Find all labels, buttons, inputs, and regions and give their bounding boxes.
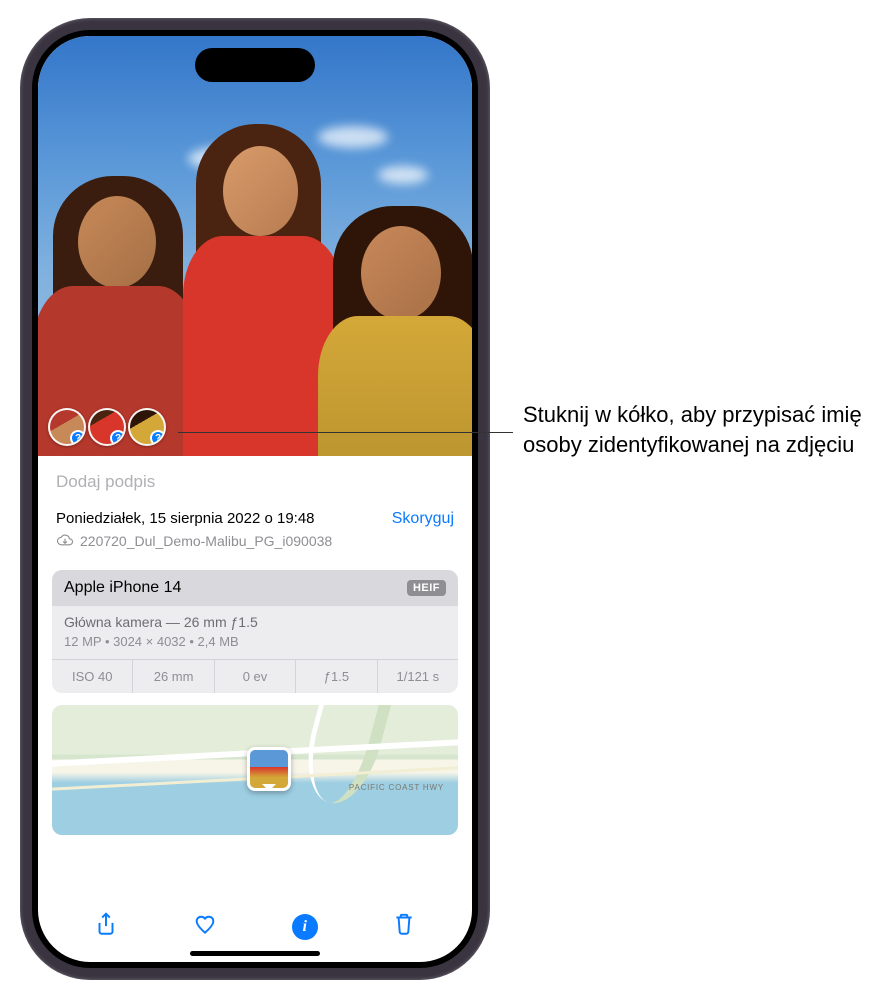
- delete-button[interactable]: [391, 911, 417, 942]
- phone-frame: ? ? ? Dodaj podpis Poniedziałek, 15 sier…: [20, 18, 490, 980]
- exif-focal: 26 mm: [133, 660, 214, 693]
- trash-icon: [391, 911, 417, 937]
- icloud-icon: [56, 532, 74, 550]
- location-map[interactable]: PACIFIC COAST HWY: [52, 705, 458, 835]
- caption-field[interactable]: Dodaj podpis: [38, 456, 472, 506]
- exif-iso: ISO 40: [52, 660, 133, 693]
- unknown-person-badge: ?: [110, 430, 126, 446]
- device-name: Apple iPhone 14: [64, 579, 181, 597]
- screen: ? ? ? Dodaj podpis Poniedziałek, 15 sier…: [38, 36, 472, 962]
- photo-date: Poniedziałek, 15 sierpnia 2022 o 19:48: [56, 510, 315, 527]
- exif-ev: 0 ev: [215, 660, 296, 693]
- callout-leader-line: [178, 432, 513, 433]
- callout-text: Stuknij w kółko, aby przypisać imię osob…: [523, 400, 878, 459]
- photo-viewer[interactable]: ? ? ?: [38, 36, 472, 456]
- exif-row: ISO 40 26 mm 0 ev ƒ1.5 1/121 s: [52, 659, 458, 693]
- share-icon: [93, 911, 119, 937]
- dynamic-island: [195, 48, 315, 82]
- filename-label: 220720_Dul_Demo-Malibu_PG_i090038: [80, 533, 332, 549]
- photo-subject: [313, 166, 472, 456]
- unknown-person-badge: ?: [70, 430, 86, 446]
- home-indicator[interactable]: [190, 951, 320, 956]
- photo-location-pin[interactable]: [247, 747, 291, 791]
- exif-shutter: 1/121 s: [378, 660, 458, 693]
- bottom-toolbar: i: [38, 903, 472, 942]
- favorite-button[interactable]: [192, 911, 218, 942]
- caption-placeholder: Dodaj podpis: [56, 472, 155, 491]
- format-badge: HEIF: [407, 580, 446, 596]
- face-thumbnail[interactable]: ?: [48, 408, 86, 446]
- info-button-active[interactable]: i: [292, 914, 318, 940]
- photo-metadata: Poniedziałek, 15 sierpnia 2022 o 19:48 S…: [38, 506, 472, 560]
- share-button[interactable]: [93, 911, 119, 942]
- heart-icon: [192, 911, 218, 937]
- info-icon: i: [303, 918, 307, 936]
- face-thumbnail[interactable]: ?: [88, 408, 126, 446]
- adjust-date-button[interactable]: Skoryguj: [392, 510, 454, 528]
- road-label: PACIFIC COAST HWY: [349, 783, 444, 792]
- detected-faces-row: ? ? ?: [48, 408, 166, 446]
- exif-aperture: ƒ1.5: [296, 660, 377, 693]
- unknown-person-badge: ?: [150, 430, 166, 446]
- face-thumbnail[interactable]: ?: [128, 408, 166, 446]
- image-specs: 12 MP • 3024 × 4032 • 2,4 MB: [52, 632, 458, 659]
- camera-info-card: Apple iPhone 14 HEIF Główna kamera — 26 …: [52, 570, 458, 693]
- lens-info: Główna kamera — 26 mm ƒ1.5: [52, 606, 458, 632]
- phone-bezel: ? ? ? Dodaj podpis Poniedziałek, 15 sier…: [32, 30, 478, 968]
